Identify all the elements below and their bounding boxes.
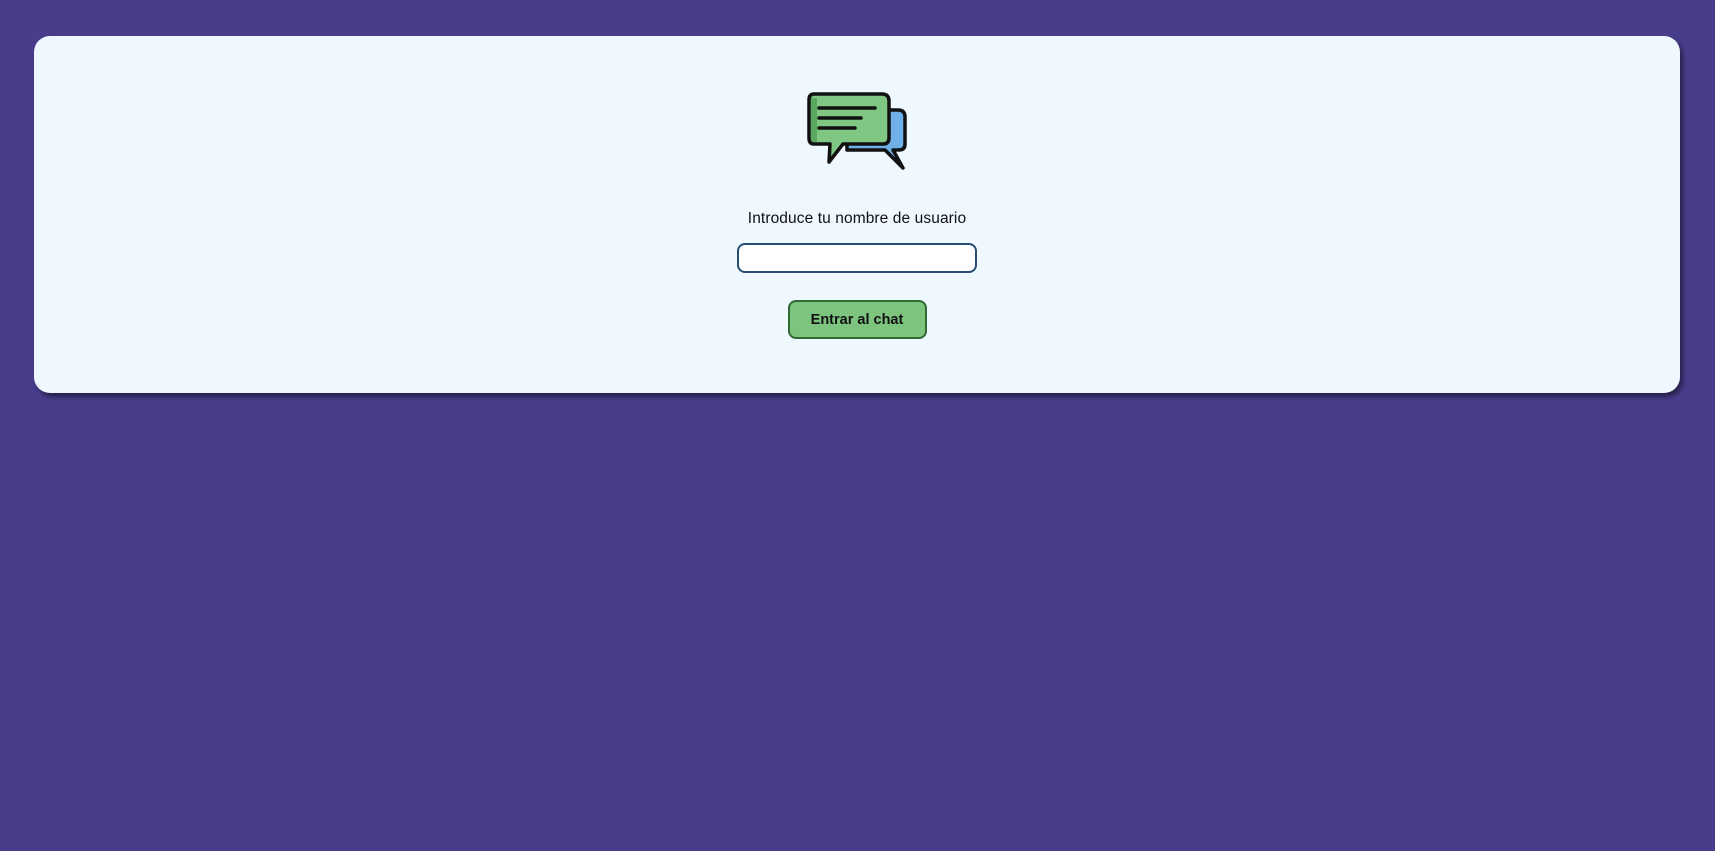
username-input[interactable] (737, 243, 977, 273)
enter-chat-button[interactable]: Entrar al chat (787, 300, 927, 339)
chat-bubbles-icon (807, 92, 907, 170)
username-prompt-label: Introduce tu nombre de usuario (747, 210, 967, 227)
login-card: Introduce tu nombre de usuario Entrar al… (34, 36, 1680, 393)
